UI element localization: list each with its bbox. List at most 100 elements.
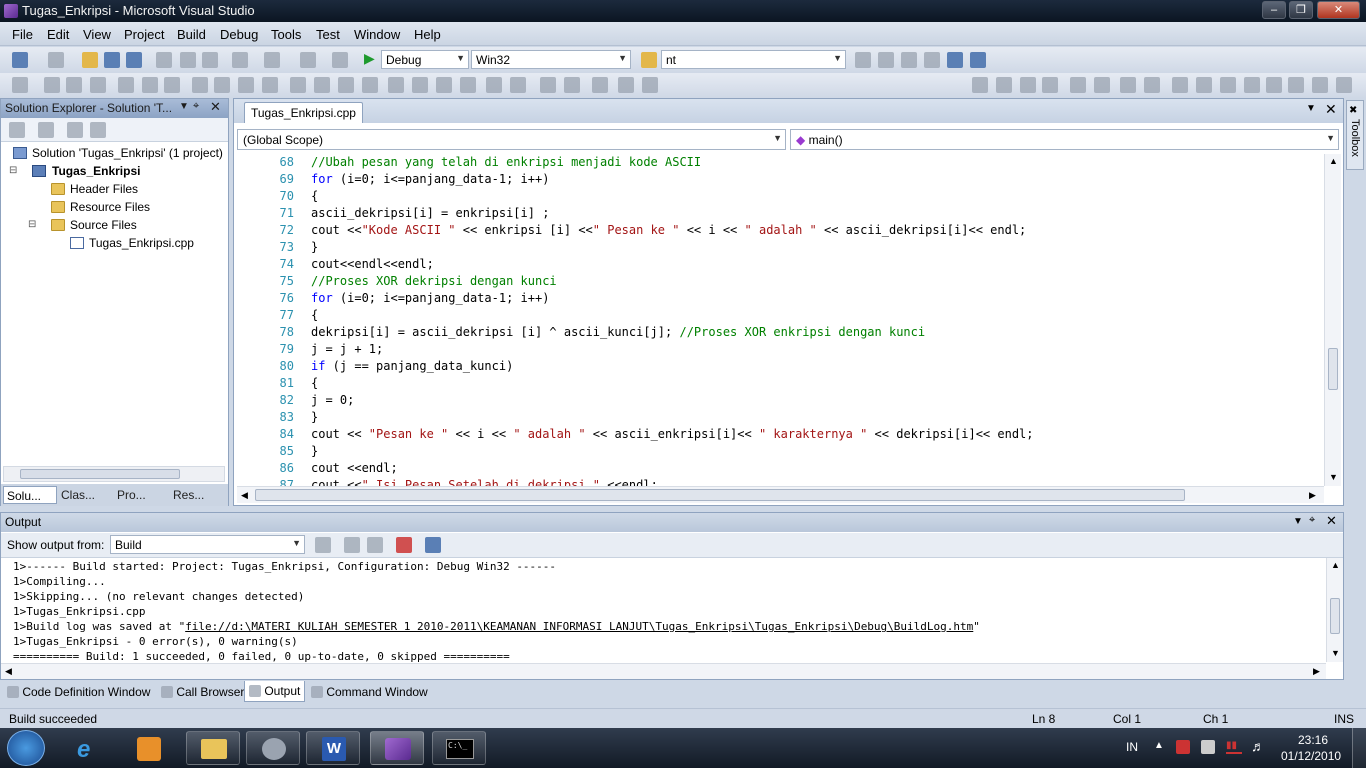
menu-view[interactable]: View [83, 27, 111, 42]
scroll-up-icon[interactable]: ▲ [1329, 156, 1338, 166]
media-player-icon[interactable] [122, 731, 176, 765]
code-line[interactable]: 82 j = 0; [234, 392, 1324, 409]
pin-icon[interactable]: ⌖ [1309, 514, 1315, 527]
layout-toolbar-button-icon[interactable] [1312, 77, 1328, 93]
layout-toolbar-button-icon[interactable] [642, 77, 658, 93]
layout-toolbar-button-icon[interactable] [1120, 77, 1136, 93]
layout-toolbar-button-icon[interactable] [12, 77, 28, 93]
layout-toolbar-button-icon[interactable] [618, 77, 634, 93]
visual-studio-taskbar-icon[interactable] [370, 731, 424, 765]
start-debugging-icon[interactable]: ▶ [364, 50, 375, 67]
tab-command-window[interactable]: Command Window [306, 681, 433, 702]
layout-toolbar-button-icon[interactable] [44, 77, 60, 93]
close-icon[interactable]: ✕ [1326, 513, 1337, 529]
clear-all-icon[interactable] [396, 537, 412, 553]
layout-toolbar-button-icon[interactable] [90, 77, 106, 93]
menu-help[interactable]: Help [414, 27, 441, 42]
layout-toolbar-button-icon[interactable] [1288, 77, 1304, 93]
pin-icon[interactable]: ⌖ [193, 100, 199, 113]
tab-call-browser[interactable]: Call Browser [156, 681, 249, 702]
code-line[interactable]: 84 cout << "Pesan ke " << i << " adalah "… [234, 426, 1324, 443]
tab-tugas-enkripsi-cpp[interactable]: Tugas_Enkripsi.cpp [244, 102, 363, 123]
dropdown-icon[interactable]: ▼ [1293, 516, 1303, 527]
cut-icon[interactable] [156, 52, 172, 68]
previous-message-icon[interactable] [344, 537, 360, 553]
layout-toolbar-button-icon[interactable] [564, 77, 580, 93]
properties-icon[interactable] [9, 122, 25, 138]
network-icon[interactable]: ▮▮ [1226, 740, 1242, 754]
code-line[interactable]: 86 cout <<endl; [234, 460, 1324, 477]
menu-project[interactable]: Project [124, 27, 164, 42]
find-combo[interactable]: nt ▼ [661, 50, 846, 69]
solution-platform-dropdown[interactable]: Win32 ▼ [471, 50, 631, 69]
close-button[interactable]: ✕ [1317, 1, 1360, 19]
code-line[interactable]: 69 for (i=0; i<=panjang_data-1; i++) [234, 171, 1324, 188]
object-browser-icon[interactable] [901, 52, 917, 68]
navigate-back-icon[interactable] [300, 52, 316, 68]
layout-toolbar-button-icon[interactable] [338, 77, 354, 93]
save-all-icon[interactable] [126, 52, 142, 68]
paste-icon[interactable] [202, 52, 218, 68]
output-source-dropdown[interactable]: Build ▼ [110, 535, 305, 554]
scroll-left-icon[interactable]: ◀ [241, 490, 248, 501]
scroll-up-icon[interactable]: ▲ [1331, 560, 1340, 570]
next-message-icon[interactable] [367, 537, 383, 553]
scroll-left-icon[interactable]: ◀ [5, 666, 12, 677]
command-prompt-icon[interactable]: C:\_ [432, 731, 486, 765]
class-view-icon[interactable] [90, 122, 106, 138]
buildlog-link[interactable]: file://d:\MATERI KULIAH SEMESTER 1 2010-… [185, 620, 973, 633]
code-line[interactable]: 73} [234, 239, 1324, 256]
layout-toolbar-button-icon[interactable] [314, 77, 330, 93]
tree-folder-source-files[interactable]: Source Files [70, 218, 137, 232]
scroll-thumb[interactable] [1328, 348, 1338, 390]
menu-file[interactable]: File [12, 27, 33, 42]
solution-explorer-icon[interactable] [855, 52, 871, 68]
code-line[interactable]: 80 if (j == panjang_data_kunci) [234, 358, 1324, 375]
explorer-icon[interactable] [186, 731, 240, 765]
tab-class-view[interactable]: Clas... [61, 488, 95, 502]
layout-toolbar-button-icon[interactable] [996, 77, 1012, 93]
output-vertical-scrollbar[interactable]: ▲ ▼ [1326, 558, 1343, 662]
layout-toolbar-button-icon[interactable] [1020, 77, 1036, 93]
code-line[interactable]: 85} [234, 443, 1324, 460]
layout-toolbar-button-icon[interactable] [460, 77, 476, 93]
show-hidden-icons-icon[interactable]: ▲ [1154, 740, 1164, 751]
redo-icon[interactable] [264, 52, 280, 68]
code-line[interactable]: 74 cout<<endl<<endl; [234, 256, 1324, 273]
save-icon[interactable] [104, 52, 120, 68]
open-file-icon[interactable] [82, 52, 98, 68]
new-project-icon[interactable] [12, 52, 28, 68]
close-icon[interactable]: ✕ [210, 99, 221, 115]
scroll-right-icon[interactable]: ▶ [1313, 666, 1320, 677]
layout-toolbar-button-icon[interactable] [214, 77, 230, 93]
volume-icon[interactable]: ♬ [1251, 738, 1265, 754]
minimize-button[interactable]: – [1262, 1, 1286, 19]
menu-debug[interactable]: Debug [220, 27, 258, 42]
undo-icon[interactable] [232, 52, 248, 68]
toolbox-icon[interactable] [924, 52, 940, 68]
layout-toolbar-button-icon[interactable] [592, 77, 608, 93]
code-line[interactable]: 70 { [234, 188, 1324, 205]
code-line[interactable]: 71 ascii_dekripsi[i] = enkripsi[i] ; [234, 205, 1324, 222]
tab-property-manager[interactable]: Pro... [117, 488, 146, 502]
layout-toolbar-button-icon[interactable] [1220, 77, 1236, 93]
layout-toolbar-button-icon[interactable] [192, 77, 208, 93]
code-area[interactable]: 68 //Ubah pesan yang telah di enkripsi me… [234, 154, 1324, 486]
command-window-icon[interactable] [970, 52, 986, 68]
collapse-icon[interactable]: ⊟ [9, 165, 17, 176]
code-line[interactable]: 77 { [234, 307, 1324, 324]
vertical-scrollbar[interactable]: ▲ ▼ [1324, 154, 1341, 486]
add-item-icon[interactable] [48, 52, 64, 68]
copy-icon[interactable] [180, 52, 196, 68]
dropdown-icon[interactable]: ▼ [179, 101, 189, 112]
word-icon[interactable]: W [306, 731, 360, 765]
clock-date[interactable]: 01/12/2010 [1281, 749, 1341, 763]
layout-toolbar-button-icon[interactable] [972, 77, 988, 93]
project-node[interactable]: Tugas_Enkripsi [52, 164, 140, 178]
menu-test[interactable]: Test [316, 27, 340, 42]
tab-resource-view[interactable]: Res... [173, 488, 204, 502]
code-line[interactable]: 76 for (i=0; i<=panjang_data-1; i++) [234, 290, 1324, 307]
member-dropdown[interactable]: ◆ main() ▼ [790, 129, 1339, 150]
show-all-files-icon[interactable] [38, 122, 54, 138]
tab-output[interactable]: Output [244, 681, 306, 702]
